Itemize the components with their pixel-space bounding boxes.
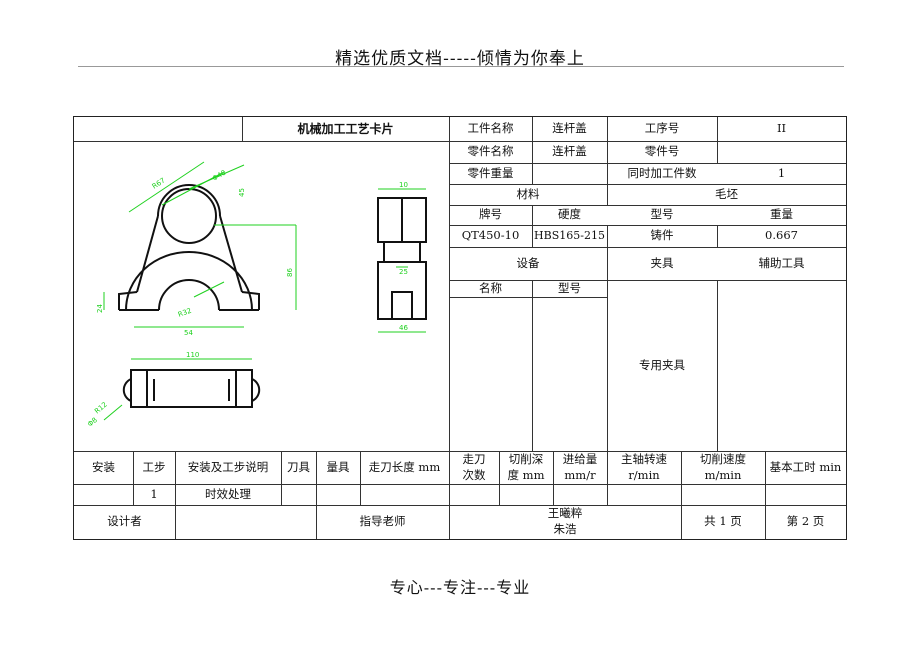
part-name-value: 连杆盖 bbox=[552, 121, 587, 136]
dim-86: 86 bbox=[286, 268, 294, 277]
dim-10: 10 bbox=[399, 181, 408, 189]
simultaneous-value: 1 bbox=[777, 165, 786, 180]
dim-line bbox=[193, 281, 225, 298]
signoff-name-2: 朱浩 bbox=[553, 522, 577, 536]
component-weight-label: 零件重量 bbox=[467, 165, 514, 180]
fixture-value: 专用夹具 bbox=[639, 357, 685, 372]
row1-desc: 时效处理 bbox=[205, 486, 251, 501]
type-label: 型号 bbox=[650, 207, 674, 222]
col-desc: 安装及工步说明 bbox=[187, 459, 269, 474]
col-feed: 进给量 mm/r bbox=[553, 451, 607, 484]
grid-line bbox=[717, 280, 718, 451]
side-neck bbox=[383, 242, 421, 262]
dim-110: 110 bbox=[186, 351, 199, 359]
front-inner-arch bbox=[158, 279, 220, 311]
total-pages: 共 1 页 bbox=[704, 514, 742, 529]
col-feed-line2: mm/r bbox=[564, 467, 596, 482]
top-left-lug bbox=[122, 378, 132, 402]
top-right-lug bbox=[251, 378, 261, 402]
type-value: 铸件 bbox=[650, 228, 674, 243]
side-view bbox=[377, 197, 427, 320]
col-passes-line1: 走刀 bbox=[462, 451, 486, 466]
part-name-label: 工件名称 bbox=[467, 121, 514, 136]
front-left-flank bbox=[136, 215, 159, 293]
col-cut-depth-line1: 切削深 bbox=[508, 451, 544, 466]
grade-label: 牌号 bbox=[479, 207, 502, 222]
col-cut-depth: 切削深 度 mm bbox=[499, 451, 553, 484]
dim-r32: R32 bbox=[177, 307, 193, 319]
col-tool: 刀具 bbox=[287, 459, 310, 474]
process-no-value: II bbox=[776, 121, 787, 136]
equipment-label: 设备 bbox=[516, 255, 540, 270]
front-view bbox=[118, 184, 260, 311]
top-body bbox=[130, 369, 253, 408]
dim-45: 45 bbox=[238, 188, 246, 197]
col-cut-speed: 切削速度 m/min bbox=[681, 451, 765, 484]
page-footer: 专心---专注---专业 bbox=[389, 578, 531, 597]
dim-54: 54 bbox=[184, 329, 193, 337]
col-gauge: 量具 bbox=[326, 459, 350, 474]
process-no-label: 工序号 bbox=[644, 121, 680, 136]
hardness-label: 硬度 bbox=[558, 207, 581, 222]
dim-d40: Φ40 bbox=[211, 169, 227, 183]
front-boss-circle bbox=[161, 188, 217, 244]
col-spindle: 主轴转速 r/min bbox=[607, 451, 681, 484]
col-cut-depth-line2: 度 mm bbox=[507, 467, 545, 482]
component-name-value: 连杆盖 bbox=[552, 144, 587, 159]
side-bottom-slot bbox=[391, 291, 413, 320]
dim-46: 46 bbox=[399, 324, 408, 332]
blank-label: 毛坯 bbox=[715, 186, 738, 201]
col-install: 安装 bbox=[92, 459, 115, 474]
dimension-labels: R67 Φ40 45 86 24 R32 54 110 R12 Φ8 10 25… bbox=[86, 169, 408, 429]
fixture-label: 夹具 bbox=[650, 255, 674, 270]
row1-step: 1 bbox=[150, 486, 158, 501]
col-spindle-line2: r/min bbox=[628, 467, 660, 482]
col-cut-speed-line1: 切削速度 bbox=[700, 451, 746, 466]
page-number: 第 2 页 bbox=[786, 514, 825, 529]
col-base-time: 基本工时 min bbox=[769, 459, 842, 474]
dim-24: 24 bbox=[96, 304, 104, 313]
signoff-names: 王曦粹 朱浩 bbox=[449, 505, 681, 539]
top-view bbox=[122, 369, 261, 408]
weight-label: 重量 bbox=[770, 207, 793, 222]
hardness-value: HBS165-215 bbox=[534, 228, 605, 242]
material-label: 材料 bbox=[516, 186, 540, 201]
dim-r12: R12 bbox=[93, 401, 109, 416]
signoff-name-1: 王曦粹 bbox=[547, 506, 583, 521]
equipment-name-label: 名称 bbox=[479, 280, 502, 295]
front-right-flank bbox=[219, 215, 243, 293]
aux-tool-label: 辅助工具 bbox=[758, 255, 805, 270]
component-no-label: 零件号 bbox=[644, 144, 680, 159]
equipment-model-label: 型号 bbox=[558, 280, 581, 295]
col-passes: 走刀 次数 bbox=[449, 451, 499, 484]
col-spindle-line1: 主轴转速 bbox=[621, 451, 667, 466]
component-name-label: 零件名称 bbox=[467, 144, 514, 159]
col-feed-length: 走刀长度 mm bbox=[368, 459, 441, 474]
dim-d8: Φ8 bbox=[86, 416, 99, 429]
grade-value: QT450-10 bbox=[461, 228, 520, 243]
weight-value: 0.667 bbox=[765, 228, 798, 243]
grid-line bbox=[449, 297, 607, 298]
header-divider bbox=[78, 66, 844, 67]
component-no-value bbox=[717, 141, 846, 163]
col-cut-speed-line2: m/min bbox=[704, 467, 742, 482]
process-card: 机械加工工艺卡片 工件名称 连杆盖 工序号 II 零件名称 连杆盖 零件号 零件… bbox=[73, 116, 847, 540]
col-step: 工步 bbox=[142, 459, 166, 474]
part-drawing: R67 Φ40 45 86 24 R32 54 110 R12 Φ8 10 25… bbox=[86, 161, 427, 429]
advisor-label: 指导老师 bbox=[359, 514, 406, 529]
designer-label: 设计者 bbox=[107, 514, 142, 529]
simultaneous-label: 同时加工件数 bbox=[627, 165, 697, 180]
dim-25: 25 bbox=[399, 268, 408, 276]
col-feed-line1: 进给量 bbox=[562, 451, 598, 466]
grid-line bbox=[532, 280, 533, 451]
col-passes-line2: 次数 bbox=[462, 467, 486, 482]
